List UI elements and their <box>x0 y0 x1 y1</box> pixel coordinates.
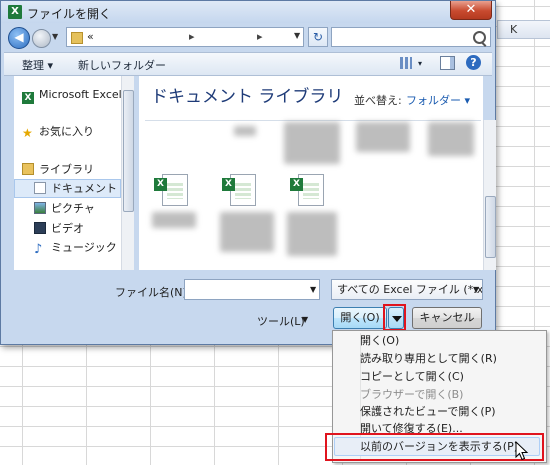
sort-label: 並べ替え: <box>354 94 402 107</box>
blurred-filename <box>356 122 410 152</box>
address-chevron[interactable]: « <box>87 30 94 43</box>
nav-item-pictures[interactable]: ピクチャ <box>34 201 95 217</box>
cancel-button[interactable]: キャンセル <box>412 307 482 329</box>
nav-item-label: ピクチャ <box>51 202 95 215</box>
nav-item-label: ドキュメント <box>51 182 117 195</box>
address-separator-1[interactable]: ▸ <box>189 30 195 43</box>
mouse-cursor-icon <box>515 441 529 461</box>
blurred-filename <box>234 126 256 136</box>
highlight-box-previous-versions <box>325 433 544 461</box>
search-input[interactable] <box>331 27 491 47</box>
nav-item-label: ミュージック <box>51 241 117 254</box>
recent-locations-dropdown[interactable]: ▼ <box>52 32 58 41</box>
excel-file-icon[interactable]: X <box>152 174 188 214</box>
file-list-scrollbar[interactable] <box>483 120 496 270</box>
address-dropdown-arrow[interactable]: ▼ <box>294 31 300 40</box>
menu-item-open-as-copy[interactable]: コピーとして開く(C) <box>360 369 464 385</box>
library-title: ドキュメント ライブラリ <box>151 87 344 107</box>
star-icon: ★ <box>22 126 33 140</box>
tools-button[interactable]: ツール(L) <box>257 313 305 329</box>
address-separator-2[interactable]: ▸ <box>257 30 263 43</box>
header-divider <box>145 120 481 121</box>
refresh-button[interactable]: ↻ <box>308 27 328 47</box>
sort-dropdown[interactable]: フォルダー ▾ <box>406 92 470 108</box>
nav-item-favorites[interactable]: ★ お気に入り <box>22 124 94 140</box>
navigation-scrollbar-thumb[interactable] <box>123 90 134 212</box>
view-dropdown-arrow[interactable]: ▾ <box>418 59 422 68</box>
menu-item-open-in-browser[interactable]: ブラウザーで開く(B) <box>360 387 463 403</box>
blurred-filename <box>284 122 340 164</box>
preview-pane-icon[interactable] <box>440 56 455 70</box>
open-button[interactable]: 開く(O) <box>333 307 387 329</box>
view-icon[interactable] <box>400 57 412 69</box>
folder-icon <box>71 32 83 44</box>
nav-item-label: Microsoft Excel <box>39 88 122 101</box>
blurred-filename <box>428 122 474 156</box>
music-icon: ♪ <box>34 242 43 257</box>
organize-button[interactable]: 整理 ▾ <box>22 57 53 73</box>
forward-button[interactable] <box>32 29 51 48</box>
picture-icon <box>34 202 46 214</box>
close-button[interactable]: ✕ <box>450 1 492 20</box>
document-icon <box>34 182 46 194</box>
back-button[interactable]: ◀ <box>8 27 30 49</box>
menu-item-open-protected-view[interactable]: 保護されたビューで開く(P) <box>360 404 496 420</box>
new-folder-button[interactable]: 新しいフォルダー <box>78 57 166 73</box>
library-icon <box>22 163 34 175</box>
nav-item-label: お気に入り <box>39 125 94 138</box>
excel-file-icon[interactable]: X <box>288 174 324 214</box>
excel-icon: X <box>22 92 34 104</box>
nav-item-videos[interactable]: ビデオ <box>34 221 84 237</box>
blurred-filename <box>287 212 337 256</box>
blurred-filename <box>220 212 274 252</box>
highlight-box-split-button <box>383 304 406 331</box>
video-icon <box>34 222 46 234</box>
tools-dropdown-arrow[interactable]: ▼ <box>302 315 308 324</box>
nav-item-music[interactable]: ♪ ミュージック <box>34 240 117 256</box>
command-toolbar: 整理 ▾ 新しいフォルダー ▾ ? <box>4 52 492 76</box>
help-icon[interactable]: ? <box>466 55 481 70</box>
excel-file-icon[interactable]: X <box>220 174 256 214</box>
nav-item-microsoft-excel[interactable]: X Microsoft Excel <box>22 87 122 104</box>
nav-item-documents[interactable]: ドキュメント <box>34 181 117 197</box>
column-header[interactable]: K <box>497 20 550 39</box>
search-icon <box>473 31 486 44</box>
address-bar[interactable]: « ▸ ▸ <box>66 27 304 47</box>
file-list-scrollbar-thumb[interactable] <box>485 196 496 258</box>
filename-label: ファイル名(N): <box>115 286 191 299</box>
column-header-label: K <box>510 23 518 36</box>
window-title: ファイルを開く <box>27 7 112 21</box>
filetype-select[interactable]: すべての Excel ファイル (*.xl <box>331 279 483 300</box>
excel-app-icon: X <box>8 5 22 19</box>
nav-item-label: ビデオ <box>51 222 84 235</box>
filetype-dropdown-arrow[interactable]: ▼ <box>473 285 479 294</box>
blurred-filename <box>152 212 196 228</box>
navigation-scrollbar[interactable] <box>121 76 134 270</box>
nav-item-label: ライブラリ <box>39 163 94 176</box>
filename-input[interactable] <box>184 279 320 300</box>
menu-item-open-read-only[interactable]: 読み取り専用として開く(R) <box>360 351 497 367</box>
titlebar: X ファイルを開く ✕ <box>1 1 495 23</box>
filename-dropdown-arrow[interactable]: ▼ <box>310 285 316 294</box>
menu-item-open[interactable]: 開く(O) <box>360 333 399 349</box>
nav-item-libraries[interactable]: ライブラリ <box>22 162 94 178</box>
